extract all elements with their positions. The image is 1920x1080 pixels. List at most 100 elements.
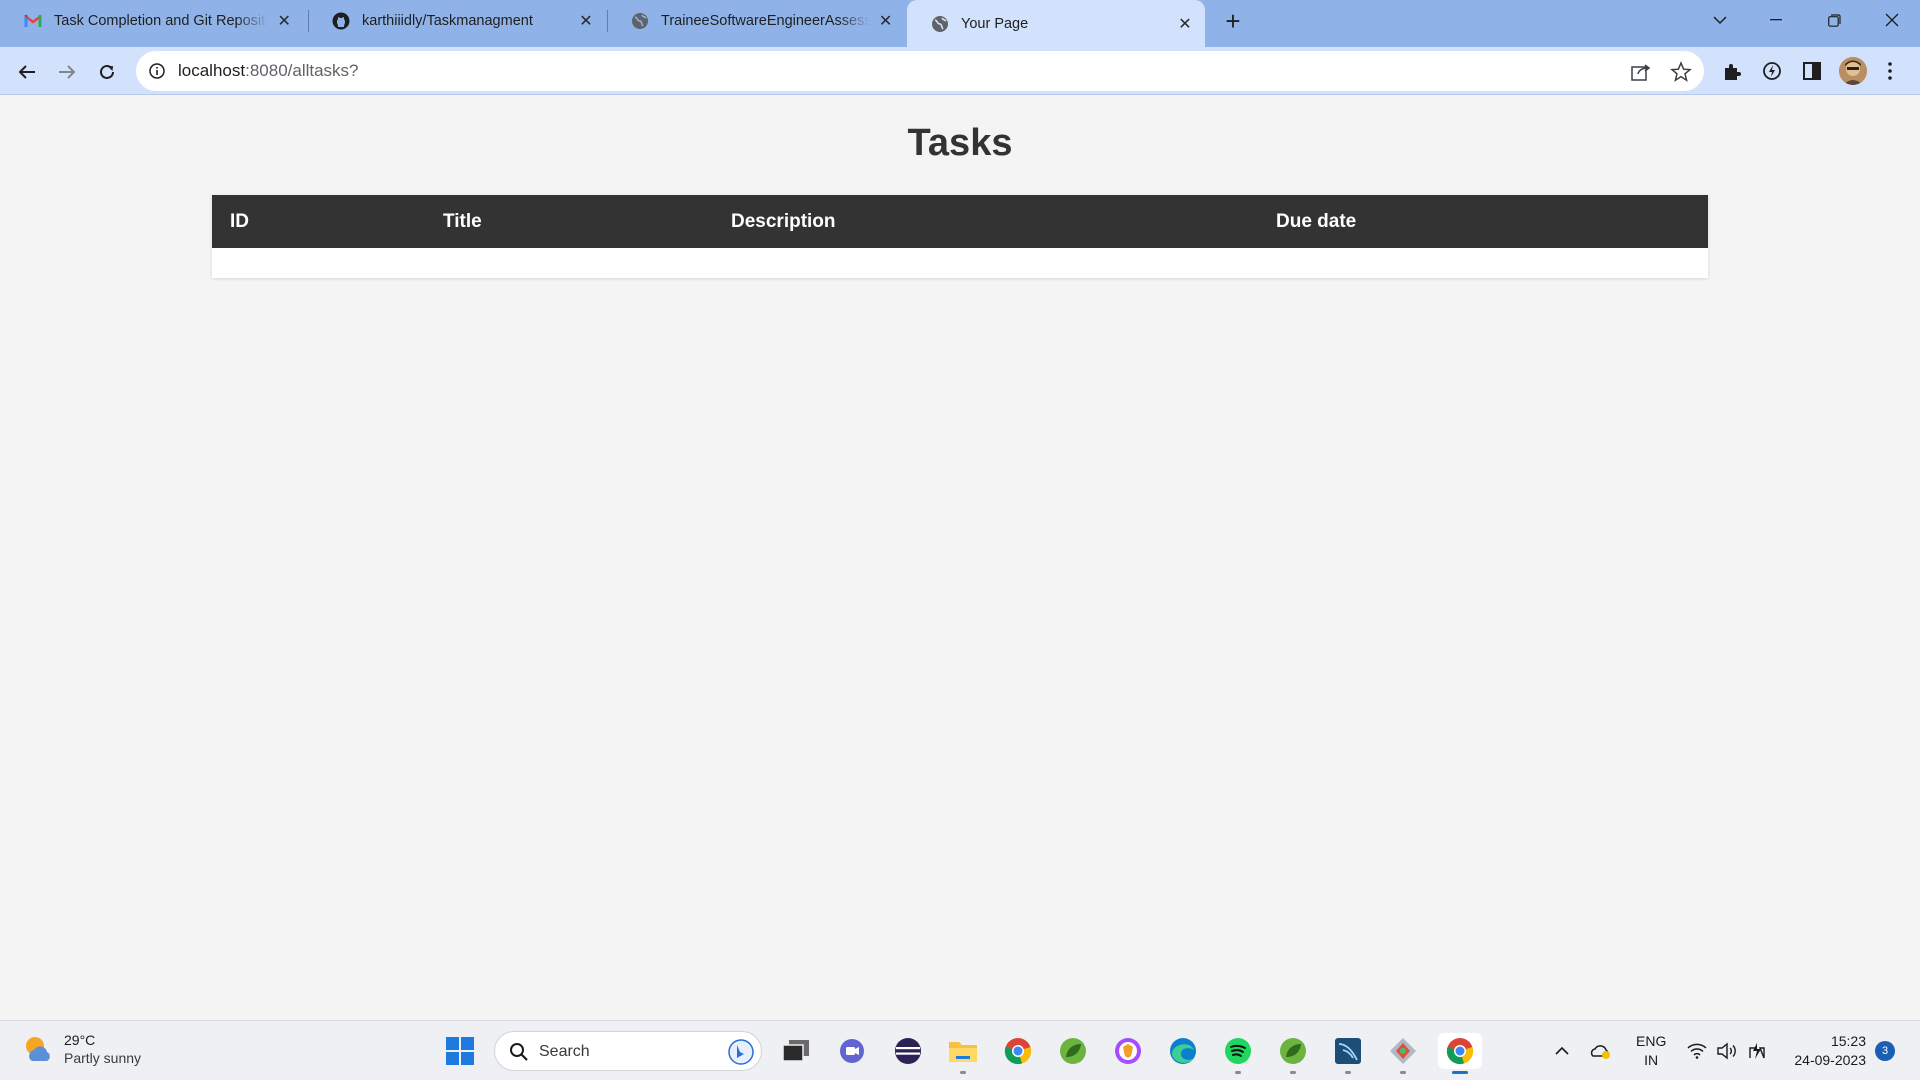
new-tab-button[interactable]: + bbox=[1218, 6, 1248, 36]
spotify-app[interactable] bbox=[1220, 1033, 1256, 1074]
tab-your-page[interactable]: Your Page ✕ bbox=[907, 0, 1205, 47]
chrome-icon bbox=[1446, 1038, 1474, 1065]
dolphin-icon bbox=[1335, 1038, 1361, 1064]
wifi-icon[interactable] bbox=[1686, 1040, 1708, 1062]
close-window-icon[interactable] bbox=[1864, 0, 1920, 40]
language-code: ENG bbox=[1636, 1033, 1667, 1049]
spring-leaf-icon bbox=[1060, 1038, 1086, 1064]
address-bar[interactable]: localhost:8080/alltasks? bbox=[136, 51, 1704, 91]
task-view-icon bbox=[783, 1040, 809, 1062]
git-diamond-icon bbox=[1390, 1038, 1416, 1064]
spring-tool-suite-app-2[interactable] bbox=[1275, 1033, 1311, 1074]
partly-sunny-icon bbox=[26, 1037, 50, 1061]
weather-condition: Partly sunny bbox=[64, 1050, 142, 1066]
url-host: localhost bbox=[178, 61, 246, 80]
battery-charging-icon[interactable] bbox=[1746, 1040, 1768, 1062]
more-menu-icon[interactable] bbox=[1883, 60, 1897, 82]
spotify-icon bbox=[1225, 1038, 1251, 1064]
language-indicator[interactable]: ENG IN bbox=[1636, 1032, 1666, 1070]
system-clock[interactable]: 15:23 24-09-2023 bbox=[1786, 1032, 1866, 1070]
info-icon[interactable] bbox=[148, 62, 166, 80]
arrow-left-icon bbox=[18, 65, 35, 79]
extensions-puzzle-icon[interactable] bbox=[1721, 60, 1743, 82]
eclipse-icon bbox=[895, 1038, 921, 1064]
region-code: IN bbox=[1644, 1052, 1659, 1068]
chat-icon bbox=[840, 1039, 864, 1063]
column-header-id: ID bbox=[212, 195, 425, 248]
weather-widget[interactable]: 29°C Partly sunny bbox=[22, 1031, 141, 1067]
close-icon[interactable]: ✕ bbox=[1175, 14, 1195, 34]
git-gui-app[interactable] bbox=[1385, 1033, 1421, 1074]
brave-app[interactable] bbox=[1110, 1033, 1146, 1069]
tab-gmail[interactable]: Task Completion and Git Reposito ✕ bbox=[0, 0, 304, 41]
eclipse-app[interactable] bbox=[890, 1033, 926, 1069]
performance-icon[interactable] bbox=[1761, 60, 1783, 82]
restore-icon[interactable] bbox=[1806, 0, 1862, 40]
taskbar-search[interactable]: Search bbox=[494, 1031, 762, 1071]
mysql-workbench-app[interactable] bbox=[1330, 1033, 1366, 1074]
page-content: Tasks ID Title Description Due date bbox=[0, 96, 1920, 1020]
minimize-icon[interactable] bbox=[1748, 0, 1804, 40]
globe-icon bbox=[631, 12, 649, 30]
tab-github[interactable]: karthiiidly/Taskmanagment ✕ bbox=[308, 0, 606, 41]
profile-avatar[interactable] bbox=[1839, 57, 1867, 85]
running-indicator bbox=[1452, 1071, 1468, 1074]
close-icon[interactable]: ✕ bbox=[274, 11, 294, 31]
globe-icon bbox=[931, 15, 949, 33]
github-icon bbox=[332, 12, 350, 30]
spring-leaf-icon bbox=[1280, 1038, 1306, 1064]
browser-toolbar: localhost:8080/alltasks? bbox=[0, 47, 1920, 95]
column-header-title: Title bbox=[425, 195, 713, 248]
column-header-due-date: Due date bbox=[1258, 195, 1708, 248]
share-icon[interactable] bbox=[1630, 61, 1652, 83]
gmail-icon bbox=[24, 12, 42, 30]
windows-start-icon[interactable] bbox=[445, 1036, 475, 1066]
empty-table-row bbox=[212, 248, 1708, 278]
clock-date: 24-09-2023 bbox=[1794, 1052, 1866, 1068]
tab-title: karthiiidly/Taskmanagment bbox=[362, 12, 533, 29]
running-indicator bbox=[1345, 1071, 1351, 1074]
clock-time: 15:23 bbox=[1830, 1033, 1866, 1049]
onedrive-warning-icon[interactable] bbox=[1590, 1040, 1612, 1062]
tab-search-chevron-icon[interactable] bbox=[1692, 0, 1748, 40]
volume-icon[interactable] bbox=[1716, 1040, 1738, 1062]
tab-strip: Task Completion and Git Reposito ✕ karth… bbox=[0, 0, 1920, 47]
tab-title: Your Page bbox=[961, 15, 1029, 32]
search-placeholder: Search bbox=[539, 1043, 590, 1060]
bookmark-star-icon[interactable] bbox=[1670, 61, 1692, 83]
close-icon[interactable]: ✕ bbox=[876, 11, 895, 31]
search-icon bbox=[510, 1043, 528, 1061]
task-view-button[interactable] bbox=[778, 1033, 814, 1069]
url-text: localhost:8080/alltasks? bbox=[178, 61, 359, 81]
reload-icon bbox=[100, 64, 114, 79]
tab-assessment[interactable]: TraineeSoftwareEngineerAssessm ✕ bbox=[607, 0, 905, 41]
table-body bbox=[212, 248, 1708, 278]
tab-title: TraineeSoftwareEngineerAssessm bbox=[661, 12, 871, 29]
bing-chat-icon[interactable] bbox=[727, 1038, 755, 1066]
edge-app[interactable] bbox=[1165, 1033, 1201, 1069]
running-indicator bbox=[1290, 1071, 1296, 1074]
chrome-icon bbox=[1004, 1038, 1032, 1065]
tasks-table: ID Title Description Due date bbox=[212, 195, 1708, 278]
chrome-app-active[interactable] bbox=[1438, 1033, 1482, 1074]
close-icon[interactable]: ✕ bbox=[576, 11, 596, 31]
reload-button[interactable] bbox=[91, 56, 123, 88]
running-indicator bbox=[960, 1071, 966, 1074]
arrow-right-icon bbox=[59, 65, 76, 79]
notification-badge[interactable]: 3 bbox=[1875, 1041, 1895, 1061]
chrome-app[interactable] bbox=[1000, 1033, 1036, 1069]
side-panel-icon[interactable] bbox=[1801, 60, 1823, 82]
table-header-row: ID Title Description Due date bbox=[212, 195, 1708, 248]
weather-temperature: 29°C bbox=[64, 1032, 96, 1048]
back-button[interactable] bbox=[11, 56, 43, 88]
spring-tool-suite-app[interactable] bbox=[1055, 1033, 1091, 1069]
page-title: Tasks bbox=[907, 122, 1013, 164]
chevron-up-icon[interactable] bbox=[1551, 1040, 1573, 1062]
file-explorer-app[interactable] bbox=[945, 1033, 981, 1074]
shield-icon bbox=[1115, 1038, 1141, 1064]
forward-button[interactable] bbox=[51, 56, 83, 88]
url-path: :8080/alltasks? bbox=[245, 61, 359, 80]
running-indicator bbox=[1400, 1071, 1406, 1074]
teams-chat-app[interactable] bbox=[834, 1033, 870, 1069]
running-indicator bbox=[1235, 1071, 1241, 1074]
